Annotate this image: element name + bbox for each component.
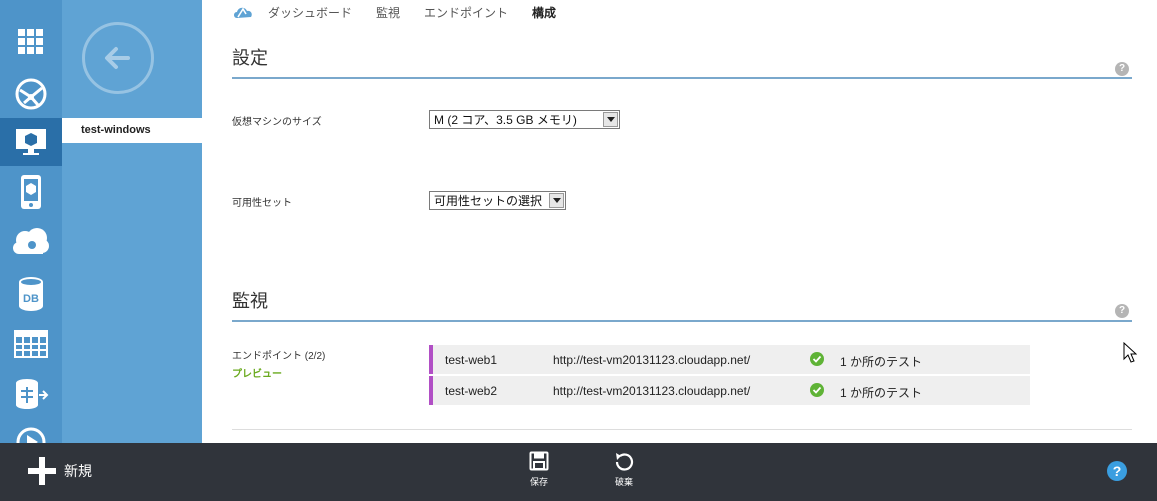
settings-help-icon[interactable]: ?: [1115, 62, 1129, 76]
command-bar: 新規 保存 破棄: [0, 443, 1157, 501]
endpoints-label: エンドポイント (2/2): [232, 351, 326, 362]
monitoring-divider: [232, 320, 1132, 322]
undo-icon: [615, 453, 634, 471]
endpoint-url: http://test-vm20131123.cloudapp.net/: [553, 353, 751, 367]
cloud-services-icon[interactable]: [0, 218, 62, 266]
back-button[interactable]: [82, 22, 154, 94]
endpoint-row[interactable]: test-web1 http://test-vm20131123.cloudap…: [429, 345, 1030, 374]
service-rail: DB: [0, 0, 62, 443]
svg-text:DB: DB: [23, 293, 39, 305]
chevron-down-icon: [549, 193, 564, 208]
back-arrow-icon: [105, 47, 130, 69]
media-services-icon[interactable]: [0, 418, 62, 443]
tab-monitor[interactable]: 監視: [376, 4, 400, 21]
cloud-logo-icon: [234, 7, 252, 19]
tab-bar: ダッシュボード 監視 エンドポイント 構成: [232, 2, 580, 22]
sql-databases-icon[interactable]: DB: [0, 270, 62, 318]
vm-size-label: 仮想マシンのサイズ: [232, 117, 322, 128]
preview-badge: プレビュー: [232, 369, 282, 380]
settings-divider: [232, 77, 1132, 79]
vm-size-value: M (2 コア、3.5 GB メモリ): [434, 113, 577, 127]
tab-endpoints[interactable]: エンドポイント: [424, 4, 508, 21]
save-button[interactable]: 保存: [519, 451, 559, 488]
chevron-down-icon: [603, 112, 618, 127]
tab-configure[interactable]: 構成: [532, 4, 556, 21]
virtual-machines-icon[interactable]: [0, 118, 62, 166]
new-button-label: 新規: [64, 463, 92, 479]
save-label: 保存: [529, 477, 548, 487]
discard-button[interactable]: 破棄: [604, 451, 644, 488]
endpoint-url: http://test-vm20131123.cloudapp.net/: [553, 384, 751, 398]
endpoint-status: 1 か所のテスト: [840, 355, 923, 369]
plus-icon: [28, 457, 56, 485]
endpoint-name: test-web2: [445, 384, 498, 398]
check-icon: [810, 383, 824, 397]
main-content: ダッシュボード 監視 エンドポイント 構成 設定 ? 仮想マシンのサイズ M (…: [202, 0, 1157, 443]
item-panel: test-windows: [62, 0, 202, 443]
discard-label: 破棄: [614, 477, 633, 487]
availability-set-value: 可用性セットの選択: [434, 194, 543, 208]
endpoint-name: test-web1: [445, 353, 498, 367]
new-button[interactable]: 新規: [28, 457, 92, 485]
check-icon: [810, 352, 824, 366]
storage-icon[interactable]: [0, 320, 62, 368]
tab-dashboard[interactable]: ダッシュボード: [268, 4, 352, 21]
panel-item-selected[interactable]: test-windows: [62, 118, 202, 143]
hdinsight-icon[interactable]: [0, 370, 62, 418]
availability-set-label: 可用性セット: [232, 198, 292, 209]
mouse-cursor-icon: [1123, 342, 1137, 363]
endpoint-row[interactable]: test-web2 http://test-vm20131123.cloudap…: [429, 376, 1030, 405]
portal-root: DB test-windows ダッシュボード 監視 エンドポイント 構成 設定…: [0, 0, 1157, 501]
settings-title: 設定: [232, 48, 268, 68]
endpoint-status: 1 か所のテスト: [840, 386, 923, 400]
vm-size-select[interactable]: M (2 コア、3.5 GB メモリ): [429, 110, 620, 129]
help-button[interactable]: ?: [1107, 461, 1127, 481]
websites-icon[interactable]: [0, 70, 62, 118]
content-divider: [232, 429, 1132, 430]
monitoring-title: 監視: [232, 291, 268, 311]
monitoring-help-icon[interactable]: ?: [1115, 304, 1129, 318]
availability-set-select[interactable]: 可用性セットの選択: [429, 191, 566, 210]
save-icon: [529, 451, 549, 471]
all-items-icon[interactable]: [0, 18, 62, 66]
mobile-services-icon[interactable]: [0, 168, 62, 216]
